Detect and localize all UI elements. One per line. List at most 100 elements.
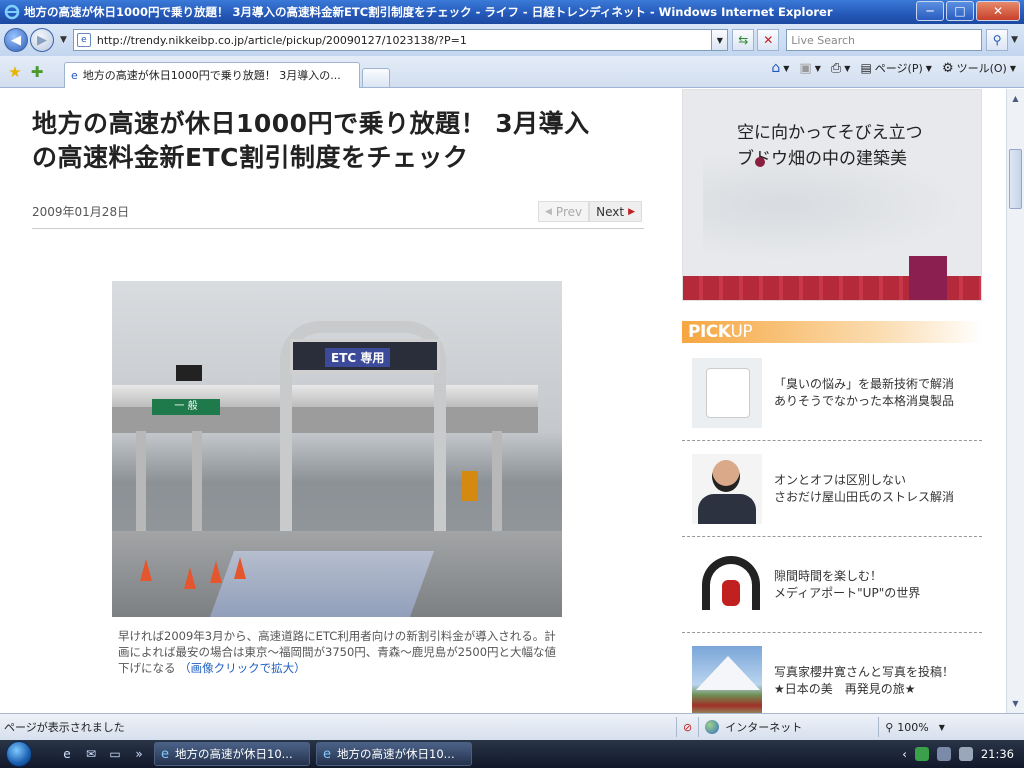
- stop-icon: ✕: [763, 33, 774, 47]
- privacy-status[interactable]: ⊘: [676, 717, 698, 737]
- page-menu-label: ページ(P): [874, 62, 923, 75]
- prev-page-button[interactable]: ◀ Prev: [538, 201, 590, 222]
- address-dropdown-icon[interactable]: ▼: [712, 29, 729, 51]
- taskbar-window-label: 地方の高速が休日10...: [337, 747, 455, 761]
- zoom-icon: ⚲: [885, 720, 894, 734]
- address-input[interactable]: e http://trendy.nikkeibp.co.jp/article/p…: [72, 29, 713, 51]
- article-pager: ◀ Prev Next ▶: [538, 201, 642, 222]
- pickup-item-text: オンとオフは区別しない さおだけ屋山田氏のストレス解消: [774, 472, 954, 506]
- tray-security-icon[interactable]: [914, 747, 929, 761]
- zoom-image-link[interactable]: （画像クリックで拡大）: [179, 661, 306, 675]
- zoom-control[interactable]: ⚲ 100% ▼: [878, 717, 951, 737]
- tools-menu[interactable]: ⚙ ツール(O) ▼: [942, 60, 1016, 76]
- minimize-button[interactable]: ─: [916, 1, 944, 21]
- taskbar-window-button[interactable]: e 地方の高速が休日10...: [154, 742, 310, 766]
- mail-icon[interactable]: ✉: [82, 747, 100, 761]
- forward-button[interactable]: ▶: [29, 28, 54, 52]
- page-icon: e: [76, 33, 91, 47]
- article-photo-etc-tollgate[interactable]: ETC 専用 一 般: [112, 281, 562, 617]
- pickup-item-line-1: 写真家櫻井寛さんと写真を投稿！: [774, 665, 955, 679]
- search-placeholder: Live Search: [791, 33, 856, 47]
- feeds-dropdown-icon: ▼: [814, 63, 821, 73]
- photo-pillar: [492, 431, 502, 541]
- pickup-item[interactable]: 写真家櫻井寛さんと写真を投稿！ ★日本の美 再発見の旅★: [682, 633, 982, 713]
- show-desktop-icon[interactable]: ▭: [106, 747, 124, 761]
- stop-button[interactable]: ✕: [757, 29, 780, 51]
- print-button[interactable]: ⎙ ▼: [831, 61, 851, 76]
- tray-expand-icon[interactable]: ‹: [902, 747, 907, 761]
- pickup-item-line-2: ★日本の美 再発見の旅★: [774, 682, 916, 696]
- tray-clock[interactable]: 21:36: [981, 747, 1014, 761]
- start-button[interactable]: [0, 740, 38, 768]
- tab-bar: ★ ✚ e 地方の高速が休日1000円で乗り放題！ 3月導入の... ⌂ ▼ ▣ ▼…: [0, 56, 1024, 88]
- maximize-button[interactable]: □: [946, 1, 974, 21]
- pickup-item-text: 写真家櫻井寛さんと写真を投稿！ ★日本の美 再発見の旅★: [774, 664, 954, 698]
- pickup-item-line-2: メディアポート"UP"の世界: [774, 585, 921, 600]
- pickup-item-line-1: オンとオフは区別しない: [774, 472, 907, 487]
- taskbar-window-button[interactable]: e 地方の高速が休日10...: [316, 742, 472, 766]
- forward-arrow-icon: ▶: [36, 32, 47, 48]
- photo-caption: 早ければ2009年3月から、高速道路にETC利用者向けの新割引料金が導入される。…: [118, 628, 558, 676]
- tools-menu-label: ツール(O): [956, 62, 1007, 75]
- banner-location-dot: [755, 157, 765, 167]
- ad-banner-architecture[interactable]: 空に向かってそびえ立つ ブドウ畑の中の建築美: [682, 89, 982, 301]
- zoom-level: 100%: [897, 720, 929, 734]
- feeds-button[interactable]: ▣ ▼: [799, 61, 820, 76]
- photo-traffic-cone: [210, 561, 222, 583]
- page-menu-dropdown-icon: ▼: [925, 63, 932, 73]
- ie-quicklaunch-icon[interactable]: e: [58, 747, 76, 761]
- address-toolbar: ◀ ▶ ▼ e http://trendy.nikkeibp.co.jp/art…: [0, 24, 1024, 56]
- home-icon: ⌂: [771, 60, 781, 76]
- print-dropdown-icon: ▼: [844, 63, 851, 73]
- quick-launch: e ✉ ▭ »: [58, 747, 148, 761]
- ie-logo-icon: [4, 4, 20, 20]
- photo-signal-lamp: [176, 365, 202, 381]
- page-menu[interactable]: ▤ ページ(P) ▼: [860, 60, 932, 76]
- next-page-button[interactable]: Next ▶: [589, 201, 642, 222]
- banner-logo-tile: [909, 256, 947, 300]
- search-button[interactable]: ⚲: [986, 29, 1009, 51]
- article: 地方の高速が休日1000円で乗り放題！ 3月導入 の高速料金新ETC割引制度をチ…: [32, 89, 644, 675]
- pickup-item-line-1: 隙間時間を楽しむ！: [774, 568, 883, 583]
- search-icon: ⚲: [992, 33, 1002, 47]
- vertical-scrollbar[interactable]: ▲ ▼: [1006, 89, 1024, 713]
- back-button[interactable]: ◀: [4, 28, 28, 52]
- privacy-icon: ⊘: [683, 720, 693, 734]
- pickup-item-line-2: さおだけ屋山田氏のストレス解消: [774, 489, 955, 504]
- pickup-thumbnail-person: [692, 453, 762, 524]
- taskbar: e ✉ ▭ » e 地方の高速が休日10... e 地方の高速が休日10... ‹ …: [0, 740, 1024, 768]
- pickup-item[interactable]: 隙間時間を楽しむ！ メディアポート"UP"の世界: [682, 537, 982, 633]
- tab-label: 地方の高速が休日1000円で乗り放題！ 3月導入の...: [82, 69, 341, 82]
- favorites-star-icon[interactable]: ★: [4, 63, 26, 81]
- pickup-thumbnail-mt-fuji: [692, 646, 762, 713]
- add-favorites-icon[interactable]: ✚: [26, 63, 48, 81]
- pickup-title: PICKUP: [688, 322, 753, 342]
- scroll-up-icon[interactable]: ▲: [1008, 91, 1023, 106]
- photo-etc-sign-text: ETC 専用: [325, 348, 391, 367]
- pickup-item-text: 隙間時間を楽しむ！ メディアポート"UP"の世界: [774, 568, 920, 602]
- search-input[interactable]: Live Search: [786, 29, 983, 51]
- close-button[interactable]: ✕: [976, 1, 1020, 21]
- home-button[interactable]: ⌂ ▼: [771, 60, 789, 76]
- pickup-thumbnail-shorts: [692, 357, 762, 428]
- photo-etc-sign: ETC 専用: [290, 339, 440, 373]
- pickup-title-up: UP: [730, 322, 753, 342]
- home-dropdown-icon: ▼: [783, 63, 790, 73]
- refresh-button[interactable]: ⇆: [732, 29, 755, 51]
- new-tab-button[interactable]: [362, 67, 390, 88]
- history-dropdown-icon[interactable]: ▼: [60, 35, 67, 45]
- command-bar: ⌂ ▼ ▣ ▼ ⎙ ▼ ▤ ページ(P) ▼ ⚙ ツール(O) ▼: [771, 60, 1016, 76]
- article-dateline: 2009年01月28日 ◀ Prev Next ▶: [32, 201, 644, 229]
- tray-network-icon[interactable]: [936, 747, 951, 761]
- zone-status: インターネット: [698, 717, 878, 737]
- scroll-down-icon[interactable]: ▼: [1008, 696, 1023, 711]
- sidebar: 空に向かってそびえ立つ ブドウ畑の中の建築美 PICKUP 「臭いの悩み」を最新…: [682, 89, 982, 713]
- scroll-thumb[interactable]: [1009, 149, 1022, 209]
- quick-launch-more-icon[interactable]: »: [130, 747, 148, 761]
- pickup-item[interactable]: 「臭いの悩み」を最新技術で解消 ありそうでなかった本格消臭製品: [682, 345, 982, 441]
- tray-volume-icon[interactable]: [958, 747, 973, 761]
- pickup-item[interactable]: オンとオフは区別しない さおだけ屋山田氏のストレス解消: [682, 441, 982, 537]
- window-title-bar[interactable]: 地方の高速が休日1000円で乗り放題！ 3月導入の高速料金新ETC割引制度をチェ…: [0, 0, 1024, 24]
- tab-active[interactable]: e 地方の高速が休日1000円で乗り放題！ 3月導入の...: [64, 61, 360, 88]
- search-options-dropdown-icon[interactable]: ▼: [1011, 35, 1018, 45]
